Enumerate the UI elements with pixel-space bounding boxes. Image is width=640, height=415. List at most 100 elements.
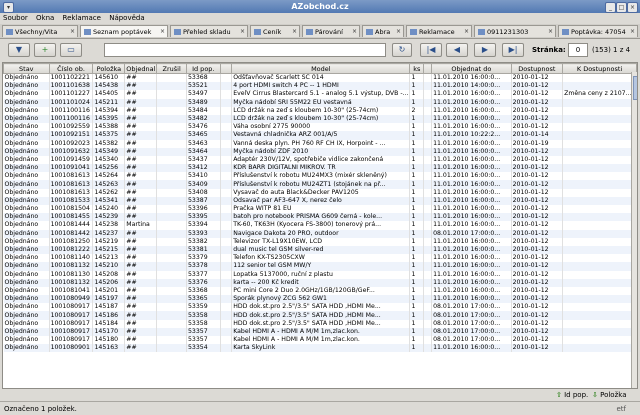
add-button[interactable]: + xyxy=(34,43,56,57)
table-row[interactable]: Objednáno 1001080917 145187 ## 53359 HDD dok.… xyxy=(3,303,637,312)
tab-close-icon[interactable]: × xyxy=(160,26,165,37)
table-row[interactable]: Objednáno 1001081613 145263 ## 53409 Přísluše… xyxy=(3,180,637,189)
menu-okna[interactable]: Okna xyxy=(33,13,57,23)
plus-icon: + xyxy=(41,45,49,54)
table-row[interactable]: Objednáno 1001101227 145405 ## 53497 EvelV Ci… xyxy=(3,90,637,99)
table-row[interactable]: Objednáno 1001081132 145206 ## 53376 karta --… xyxy=(3,278,637,287)
col-zrusil[interactable]: Zrušil xyxy=(156,63,187,74)
col-objednat-do[interactable]: Objednat do xyxy=(431,63,512,74)
id-pop-sort[interactable]: ⇧ Id pop. xyxy=(556,391,588,399)
last-page-button[interactable]: ▶| xyxy=(502,43,524,57)
close-icon[interactable]: × xyxy=(627,2,638,13)
print-button[interactable]: ▭ xyxy=(60,43,82,57)
table-cell: 1001102221 xyxy=(49,73,94,83)
orders-table: Stav Číslo ob. Položka Objednal Zrušil I… xyxy=(2,62,638,389)
table-row[interactable]: Objednáno 1001081130 145208 ## 53377 Lopatka … xyxy=(3,270,637,279)
table-row[interactable]: Objednáno 1001080917 145184 ## 53358 HDD dok.… xyxy=(3,319,637,328)
table-row[interactable]: Objednáno 1001080917 145180 ## 53357 Kabel HD… xyxy=(3,336,637,345)
table-row[interactable]: Objednáno 1001081140 145213 ## 53379 Telefon … xyxy=(3,254,637,263)
col-dostupnost[interactable]: Dostupnost xyxy=(510,63,564,74)
table-row[interactable]: Objednáno 1001080917 145170 ## 53357 Kabel HD… xyxy=(3,327,637,336)
tab-poptavka-47054[interactable]: Poptávka: 47054 × xyxy=(558,25,638,37)
table-row[interactable]: Objednáno 1001092559 145388 ## 53476 Váha oso… xyxy=(3,123,637,132)
table-row[interactable]: Objednáno 1001081613 145262 ## 53408 Vysavač … xyxy=(3,188,637,197)
table-row[interactable]: Objednáno 1001100116 145394 ## 53484 LCD držá… xyxy=(3,106,637,115)
menu-reklamace[interactable]: Reklamace xyxy=(60,13,104,23)
tab-close-icon[interactable]: × xyxy=(292,26,297,37)
tab-close-icon[interactable]: × xyxy=(630,26,635,37)
table-row[interactable]: Objednáno 1001080917 145186 ## 53358 HDD dok.… xyxy=(3,311,637,320)
table-row[interactable]: Objednáno 1001081613 145264 ## 53410 Přísluše… xyxy=(3,172,637,181)
table-cell xyxy=(423,286,433,296)
tab-vsechny-vita[interactable]: Všechny/Vita × xyxy=(2,25,78,37)
refresh-button[interactable]: ↻ xyxy=(392,43,412,57)
menu-soubor[interactable]: Soubor xyxy=(0,13,31,23)
tab-close-icon[interactable]: × xyxy=(352,26,357,37)
table-cell xyxy=(423,205,433,214)
col-ks[interactable]: ks xyxy=(409,63,425,74)
col-cislo-ob[interactable]: Číslo ob. xyxy=(48,63,94,74)
table-row[interactable]: Objednáno 1001080901 145163 ## 53354 Karta Sk… xyxy=(3,344,637,353)
col-flag[interactable] xyxy=(219,63,233,74)
col-extra[interactable] xyxy=(423,63,433,74)
table-cell: 11.01.2010 16:00:0... xyxy=(431,180,512,189)
col-polozka[interactable]: Položka xyxy=(92,63,126,74)
table-cell: 11.01.2010 16:00:0... xyxy=(431,221,512,230)
filter-button[interactable]: ▼ xyxy=(8,43,30,57)
table-row[interactable]: Objednáno 1001101024 145211 ## 53489 Myčka ná… xyxy=(3,98,637,107)
table-row[interactable]: Objednáno 1001102221 145610 ## 53368 Odšťavňo… xyxy=(3,73,637,83)
polozka-sort[interactable]: ⇩ Položka xyxy=(592,391,627,399)
tab-parovani[interactable]: Párování × xyxy=(302,25,360,37)
first-page-button[interactable]: |◀ xyxy=(420,43,442,57)
table-row[interactable]: Objednáno 1001091459 145340 ## 53437 Adaptér … xyxy=(3,155,637,165)
tab-seznam-poptavek[interactable]: Seznam poptávek × xyxy=(80,25,168,37)
tab-prehled-skladu[interactable]: Přehled skladu × xyxy=(170,25,248,37)
table-cell: 112 senior tel GSM MW/Y xyxy=(231,262,411,271)
menu-napoveda[interactable]: Nápověda xyxy=(106,13,147,23)
table-row[interactable]: Objednáno 1001081533 145341 ## 53387 Odsavač … xyxy=(3,196,637,205)
prev-page-button[interactable]: ◀ xyxy=(446,43,468,57)
table-row[interactable]: Objednáno 1001092023 145382 ## 53463 Vanná de… xyxy=(3,139,637,148)
tab-reklamace[interactable]: Reklamace × xyxy=(406,25,472,37)
table-cell: 145197 xyxy=(92,295,126,304)
table-row[interactable]: Objednáno 1001081132 145210 ## 53378 112 seni… xyxy=(3,262,637,271)
col-stav[interactable]: Stav xyxy=(3,63,50,74)
maximize-icon[interactable]: □ xyxy=(616,2,627,13)
minimize-icon[interactable]: _ xyxy=(605,2,616,13)
table-row[interactable]: Objednáno 1001091632 145349 ## 53464 Myčka ná… xyxy=(3,147,637,156)
table-row[interactable]: Objednáno 1001092151 145375 ## 53465 Vestavná… xyxy=(3,131,637,140)
status-bar: ⇧ Id pop. ⇩ Položka xyxy=(0,390,640,400)
col-id-pop[interactable]: Id pop. xyxy=(185,63,221,74)
table-cell xyxy=(220,123,233,132)
col-objednal[interactable]: Objednal xyxy=(124,63,158,74)
tab-close-icon[interactable]: × xyxy=(70,26,75,37)
table-row[interactable]: Objednáno 1001081250 145219 ## 53382 Televizo… xyxy=(3,237,637,246)
table-cell xyxy=(156,319,187,328)
col-model[interactable]: Model xyxy=(231,63,411,74)
table-row[interactable]: Objednáno 1001100116 145395 ## 53482 LCD držá… xyxy=(3,114,637,124)
next-page-button[interactable]: ▶ xyxy=(474,43,496,57)
tab-cenik[interactable]: Ceník × xyxy=(250,25,300,37)
table-row[interactable]: Objednáno 1001081504 145240 ## 53396 Pračka W… xyxy=(3,205,637,214)
tab-abra[interactable]: Abra × xyxy=(362,25,404,37)
scrollbar-thumb[interactable] xyxy=(633,76,637,100)
table-row[interactable]: Objednáno 1001081455 145239 ## 53395 batoh pr… xyxy=(3,213,637,222)
tab-close-icon[interactable]: × xyxy=(464,26,469,37)
table-row[interactable]: Objednáno 1001081442 145237 ## 53393 Navigace… xyxy=(3,229,637,238)
table-row[interactable]: Objednáno 1001101638 145438 ## 53521 4 port H… xyxy=(3,82,637,91)
search-input[interactable] xyxy=(104,43,386,57)
tab-close-icon[interactable]: × xyxy=(548,26,553,37)
page-input[interactable]: 0 xyxy=(568,43,588,57)
vertical-scrollbar[interactable] xyxy=(631,72,637,388)
col-k-dostupnosti[interactable]: K Dostupnosti xyxy=(562,63,637,74)
tab-0911231303[interactable]: 0911231303 × xyxy=(474,25,556,37)
tab-close-icon[interactable]: × xyxy=(396,26,401,37)
table-cell: 2010-01-19 xyxy=(511,139,564,148)
table-row[interactable]: Objednáno 1001081444 145238 Martina 53394 TK-… xyxy=(3,221,637,230)
table-cell: LCD držák na zeď s kloubem 10-30" (25-74… xyxy=(231,106,411,115)
table-row[interactable]: Objednáno 1001081041 145201 ## 53368 PC mini … xyxy=(3,286,637,296)
table-row[interactable]: Objednáno 1001080949 145197 ## 53365 Sporák p… xyxy=(3,295,637,304)
table-row[interactable]: Objednáno 1001091041 145256 ## 53412 KDR BARR… xyxy=(3,164,637,173)
tab-close-icon[interactable]: × xyxy=(240,26,245,37)
table-row[interactable]: Objednáno 1001081222 145215 ## 53381 dual mus… xyxy=(3,245,637,255)
